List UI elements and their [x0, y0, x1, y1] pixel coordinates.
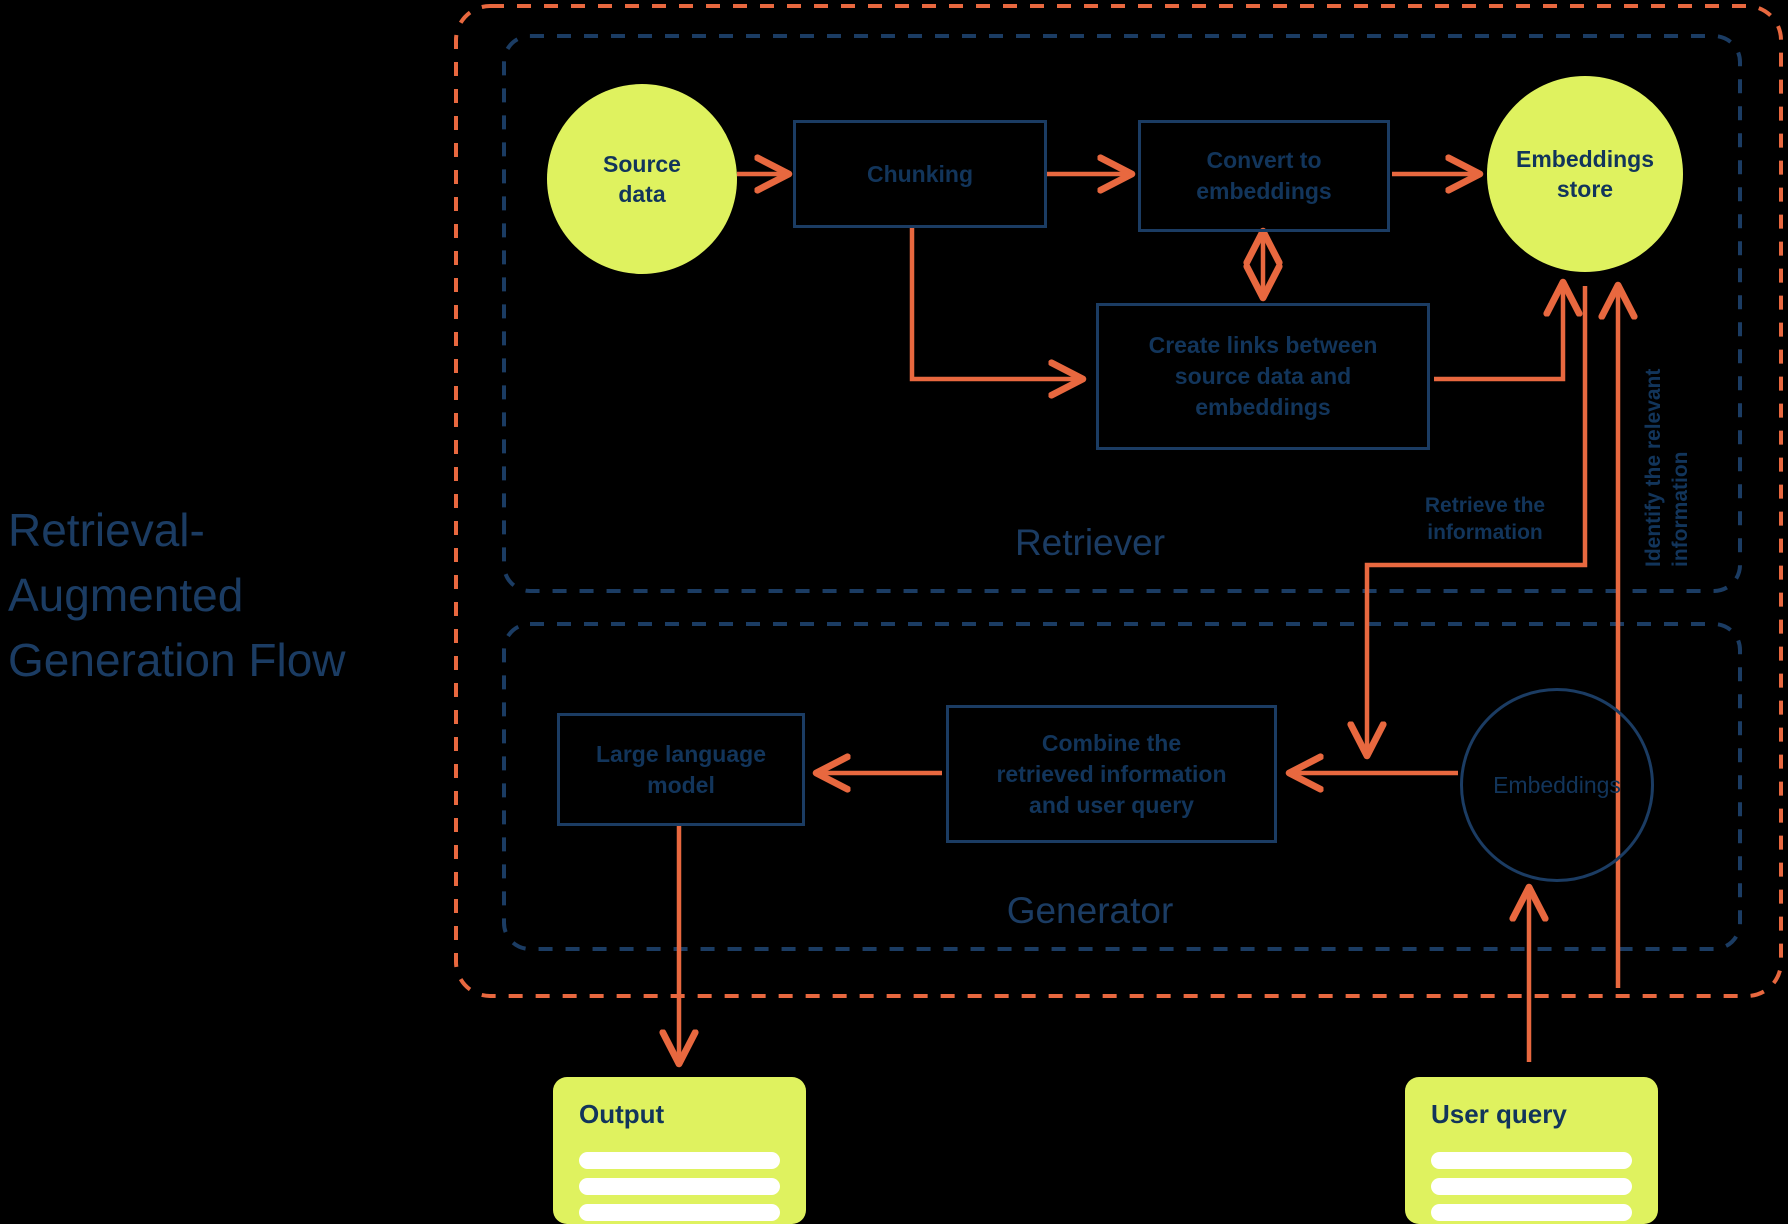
section-label-retriever: Retriever — [1014, 522, 1166, 563]
edge-label-retrieve-information: Retrieve the information — [1424, 494, 1546, 544]
node-chunking-label: Chunking — [866, 160, 974, 187]
output-card-lines — [579, 1152, 780, 1221]
node-embeddings-store[interactable]: Embeddings store — [1487, 76, 1683, 272]
card-line — [579, 1178, 780, 1195]
card-line — [579, 1204, 780, 1221]
page-title: Retrieval- Augmented Generation Flow — [8, 504, 346, 686]
edge-chunking-to-createlinks — [909, 228, 1082, 379]
node-combine-label: Combine the retrieved information and us… — [996, 729, 1227, 818]
card-line — [579, 1152, 780, 1169]
diagram-canvas: Retrieval- Augmented Generation Flow Sou… — [0, 0, 1788, 1224]
card-line — [1431, 1204, 1632, 1221]
section-label-generator: Generator — [1006, 890, 1174, 931]
node-create-links[interactable]: Create links between source data and emb… — [1096, 303, 1430, 450]
node-source-data[interactable]: Source data — [547, 84, 737, 274]
node-embeddings[interactable]: Embeddings — [1460, 688, 1654, 882]
node-chunking[interactable]: Chunking — [793, 120, 1047, 228]
output-card-title: Output — [579, 1099, 665, 1129]
card-line — [1431, 1178, 1632, 1195]
user-query-card-title: User query — [1431, 1099, 1567, 1129]
node-large-language-model-label: Large language model — [596, 740, 766, 798]
card-line — [1431, 1152, 1632, 1169]
node-combine[interactable]: Combine the retrieved information and us… — [946, 705, 1277, 843]
node-embeddings-store-label: Embeddings store — [1515, 146, 1654, 202]
node-convert-to-embeddings-label: Convert to embeddings — [1196, 147, 1332, 204]
node-create-links-label: Create links between source data and emb… — [1148, 332, 1378, 420]
node-source-data-label: Source data — [603, 151, 681, 207]
node-convert-to-embeddings[interactable]: Convert to embeddings — [1138, 120, 1390, 232]
edge-label-identify-relevant: Identify the relevant information — [1642, 368, 1692, 567]
node-embeddings-label: Embeddings — [1493, 772, 1621, 798]
user-query-card[interactable]: User query — [1405, 1077, 1658, 1224]
node-large-language-model[interactable]: Large language model — [557, 713, 805, 826]
output-card[interactable]: Output — [553, 1077, 806, 1224]
user-query-card-lines — [1431, 1152, 1632, 1221]
edge-createlinks-to-store — [1434, 283, 1563, 382]
